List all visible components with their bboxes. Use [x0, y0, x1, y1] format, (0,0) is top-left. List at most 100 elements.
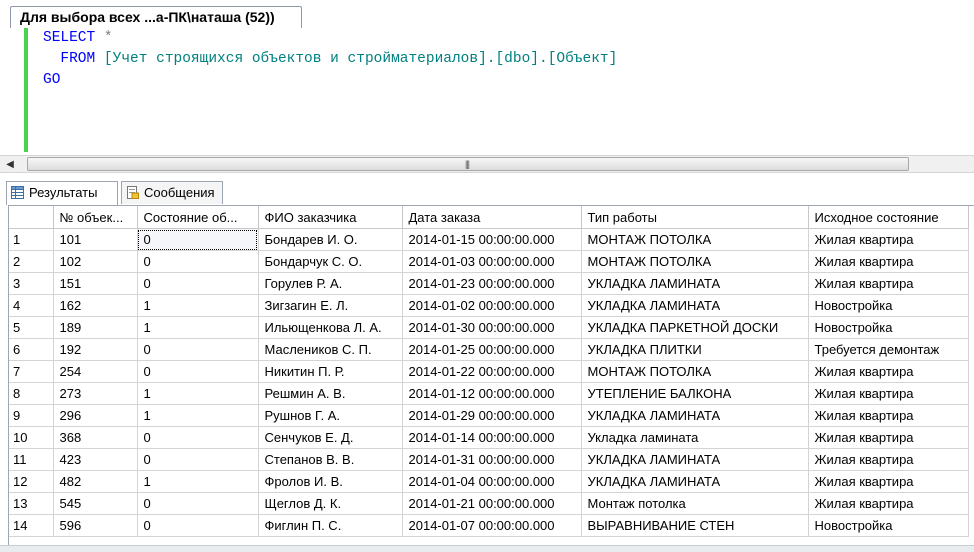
work-type-cell[interactable]: УКЛАДКА ПЛИТКИ [581, 338, 809, 361]
row-number[interactable]: 2 [9, 250, 54, 273]
work-type-cell[interactable]: МОНТАЖ ПОТОЛКА [581, 228, 809, 251]
row-number[interactable]: 3 [9, 272, 54, 295]
state-cell[interactable]: 0 [137, 426, 259, 449]
customer-name-cell[interactable]: Никитин П. Р. [258, 360, 403, 383]
customer-name-header[interactable]: ФИО заказчика [258, 206, 403, 229]
results-grid[interactable]: № объек... Состояние об... ФИО заказчика Да… [8, 205, 974, 545]
state-cell[interactable]: 0 [137, 338, 259, 361]
initial-state-cell[interactable]: Жилая квартира [808, 228, 969, 251]
table-row[interactable]: 2 102 0 Бондарчук С. О. 2014-01-03 00:00:00.… [9, 250, 969, 273]
table-row[interactable]: 4 162 1 Зигзагин Е. Л. 2014-01-02 00:00:00.0… [9, 294, 969, 317]
initial-state-cell[interactable]: Жилая квартира [808, 426, 969, 449]
customer-name-cell[interactable]: Сенчуков Е. Д. [258, 426, 403, 449]
order-date-cell[interactable]: 2014-01-23 00:00:00.000 [402, 272, 582, 295]
query-document-tab[interactable]: Для выбора всех ...а-ПК\наташа (52)) [10, 6, 302, 28]
object-number-cell[interactable]: 189 [53, 316, 138, 339]
sql-code[interactable]: SELECT * FROM [Учет строящихся объектов … [43, 28, 617, 91]
work-type-cell[interactable]: УКЛАДКА ЛАМИНАТА [581, 294, 809, 317]
customer-name-cell[interactable]: Решмин А. В. [258, 382, 403, 405]
table-row[interactable]: 11 423 0 Степанов В. В. 2014-01-31 00:00:00.… [9, 448, 969, 471]
row-number[interactable]: 13 [9, 492, 54, 515]
state-cell[interactable]: 0 [137, 448, 259, 471]
state-cell[interactable]: 0 [137, 360, 259, 383]
tab-results[interactable]: Результаты [6, 181, 118, 205]
scrollbar-thumb[interactable]: ||| [27, 157, 909, 171]
row-number[interactable]: 4 [9, 294, 54, 317]
order-date-cell[interactable]: 2014-01-12 00:00:00.000 [402, 382, 582, 405]
initial-state-header[interactable]: Исходное состояние [808, 206, 969, 229]
state-cell[interactable]: 0 [137, 228, 259, 251]
initial-state-cell[interactable]: Требуется демонтаж [808, 338, 969, 361]
object-number-cell[interactable]: 162 [53, 294, 138, 317]
customer-name-cell[interactable]: Маслеников С. П. [258, 338, 403, 361]
state-cell[interactable]: 0 [137, 250, 259, 273]
customer-name-cell[interactable]: Рушнов Г. А. [258, 404, 403, 427]
state-cell[interactable]: 1 [137, 382, 259, 405]
object-number-cell[interactable]: 101 [53, 228, 138, 251]
object-number-cell[interactable]: 102 [53, 250, 138, 273]
row-number[interactable]: 7 [9, 360, 54, 383]
tab-messages[interactable]: Сообщения [121, 181, 223, 204]
table-row[interactable]: 1 101 0 Бондарев И. О. 2014-01-15 00:00:00.0… [9, 228, 969, 251]
customer-name-cell[interactable]: Фролов И. В. [258, 470, 403, 493]
customer-name-cell[interactable]: Зигзагин Е. Л. [258, 294, 403, 317]
initial-state-cell[interactable]: Жилая квартира [808, 382, 969, 405]
table-row[interactable]: 5 189 1 Ильющенкова Л. А. 2014-01-30 00:00:0… [9, 316, 969, 339]
table-row[interactable]: 3 151 0 Горулев Р. А. 2014-01-23 00:00:00.00… [9, 272, 969, 295]
table-row[interactable]: 10 368 0 Сенчуков Е. Д. 2014-01-14 00:00:00.… [9, 426, 969, 449]
table-row[interactable]: 9 296 1 Рушнов Г. А. 2014-01-29 00:00:00.000… [9, 404, 969, 427]
initial-state-cell[interactable]: Жилая квартира [808, 448, 969, 471]
row-number[interactable]: 9 [9, 404, 54, 427]
work-type-cell[interactable]: МОНТАЖ ПОТОЛКА [581, 360, 809, 383]
state-cell[interactable]: 1 [137, 404, 259, 427]
customer-name-cell[interactable]: Ильющенкова Л. А. [258, 316, 403, 339]
row-number-header[interactable] [9, 206, 54, 229]
table-row[interactable]: 13 545 0 Щеглов Д. К. 2014-01-21 00:00:00.00… [9, 492, 969, 515]
order-date-cell[interactable]: 2014-01-14 00:00:00.000 [402, 426, 582, 449]
initial-state-cell[interactable]: Жилая квартира [808, 250, 969, 273]
sql-editor[interactable]: SELECT * FROM [Учет строящихся объектов … [0, 28, 974, 155]
table-row[interactable]: 7 254 0 Никитин П. Р. 2014-01-22 00:00:00.00… [9, 360, 969, 383]
order-date-cell[interactable]: 2014-01-07 00:00:00.000 [402, 514, 582, 537]
initial-state-cell[interactable]: Жилая квартира [808, 492, 969, 515]
order-date-cell[interactable]: 2014-01-02 00:00:00.000 [402, 294, 582, 317]
state-cell[interactable]: 1 [137, 294, 259, 317]
work-type-cell[interactable]: ВЫРАВНИВАНИЕ СТЕН [581, 514, 809, 537]
row-number[interactable]: 12 [9, 470, 54, 493]
work-type-cell[interactable]: МОНТАЖ ПОТОЛКА [581, 250, 809, 273]
object-number-cell[interactable]: 423 [53, 448, 138, 471]
initial-state-cell[interactable]: Новостройка [808, 294, 969, 317]
state-cell[interactable]: 1 [137, 470, 259, 493]
scroll-left-icon[interactable]: ◀ [2, 158, 18, 171]
work-type-cell[interactable]: УКЛАДКА ЛАМИНАТА [581, 448, 809, 471]
order-date-cell[interactable]: 2014-01-21 00:00:00.000 [402, 492, 582, 515]
row-number[interactable]: 10 [9, 426, 54, 449]
work-type-cell[interactable]: УКЛАДКА ЛАМИНАТА [581, 404, 809, 427]
order-date-cell[interactable]: 2014-01-25 00:00:00.000 [402, 338, 582, 361]
row-number[interactable]: 11 [9, 448, 54, 471]
object-number-cell[interactable]: 296 [53, 404, 138, 427]
table-row[interactable]: 14 596 0 Фиглин П. С. 2014-01-07 00:00:00.00… [9, 514, 969, 537]
work-type-cell[interactable]: УКЛАДКА ПАРКЕТНОЙ ДОСКИ [581, 316, 809, 339]
order-date-cell[interactable]: 2014-01-22 00:00:00.000 [402, 360, 582, 383]
object-number-cell[interactable]: 273 [53, 382, 138, 405]
customer-name-cell[interactable]: Бондарчук С. О. [258, 250, 403, 273]
order-date-header[interactable]: Дата заказа [402, 206, 582, 229]
state-header[interactable]: Состояние об... [137, 206, 259, 229]
table-row[interactable]: 6 192 0 Маслеников С. П. 2014-01-25 00:00:00… [9, 338, 969, 361]
initial-state-cell[interactable]: Жилая квартира [808, 360, 969, 383]
order-date-cell[interactable]: 2014-01-31 00:00:00.000 [402, 448, 582, 471]
object-number-cell[interactable]: 482 [53, 470, 138, 493]
row-number[interactable]: 8 [9, 382, 54, 405]
object-number-cell[interactable]: 254 [53, 360, 138, 383]
row-number[interactable]: 5 [9, 316, 54, 339]
initial-state-cell[interactable]: Жилая квартира [808, 272, 969, 295]
customer-name-cell[interactable]: Горулев Р. А. [258, 272, 403, 295]
object-number-cell[interactable]: 151 [53, 272, 138, 295]
customer-name-cell[interactable]: Степанов В. В. [258, 448, 403, 471]
object-number-header[interactable]: № объек... [53, 206, 138, 229]
object-number-cell[interactable]: 368 [53, 426, 138, 449]
order-date-cell[interactable]: 2014-01-04 00:00:00.000 [402, 470, 582, 493]
row-number[interactable]: 6 [9, 338, 54, 361]
row-number[interactable]: 1 [9, 228, 54, 251]
